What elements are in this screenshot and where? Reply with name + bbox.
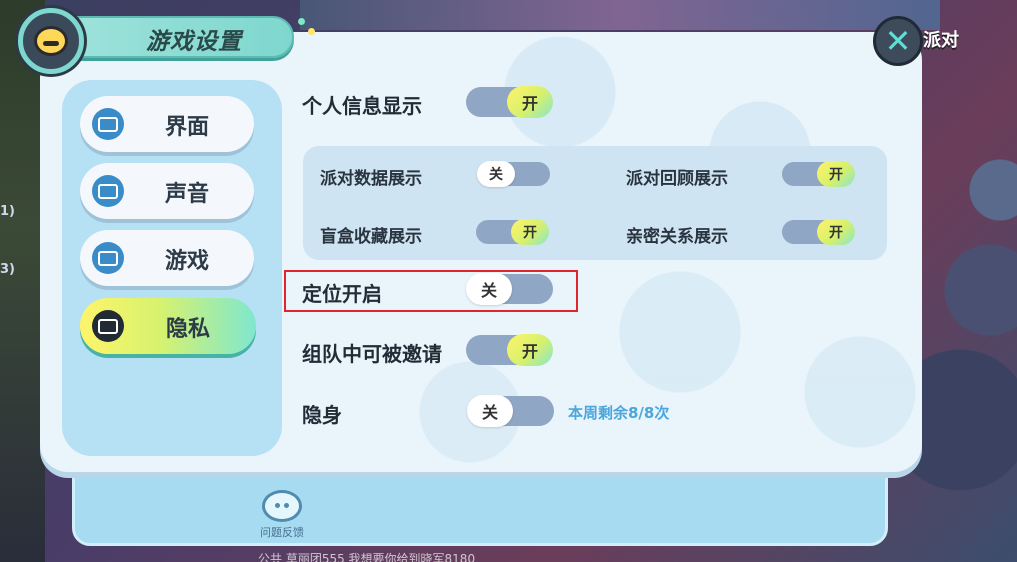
background-left-side — [0, 0, 45, 562]
personal-info-toggle[interactable]: 开 — [466, 86, 553, 118]
invisible-label: 隐身 — [302, 403, 342, 427]
sidebar-item-label: 隐私 — [165, 317, 210, 342]
toggle-knob: 开 — [507, 334, 553, 366]
blindbox-label: 盲盒收藏展示 — [320, 227, 422, 247]
background-chat-text: 公共 草丽团555 我想要你给到晓军8180 — [258, 552, 476, 562]
intimacy-label: 亲密关系展示 — [626, 227, 728, 247]
invisible-remaining-note: 本周剩余8/8次 — [568, 404, 670, 422]
party-data-toggle[interactable]: 关 — [477, 161, 550, 187]
dialog-title-tab: 游戏设置 — [52, 16, 294, 58]
team-invite-label: 组队中可被邀请 — [302, 342, 442, 366]
close-button[interactable]: ✕ — [873, 16, 923, 66]
party-review-label: 派对回顾展示 — [626, 169, 728, 189]
invisible-toggle[interactable]: 关 — [467, 395, 554, 427]
team-invite-toggle[interactable]: 开 — [466, 334, 553, 366]
toggle-knob: 关 — [477, 161, 515, 187]
background-top-strip — [300, 0, 940, 30]
party-data-label: 派对数据展示 — [320, 169, 422, 189]
sidebar-item-game[interactable]: 游戏 — [80, 230, 254, 286]
personal-info-label: 个人信息显示 — [302, 94, 422, 118]
monitor-icon — [92, 108, 124, 140]
feedback-icon — [262, 490, 302, 522]
monitor-icon — [92, 310, 124, 342]
decor-dot — [298, 18, 305, 25]
emblem-face-icon — [34, 26, 68, 56]
background-left-number: 1) — [0, 204, 15, 219]
background-left-number: 3) — [0, 262, 15, 277]
toggle-knob: 关 — [467, 395, 513, 427]
party-review-toggle[interactable]: 开 — [782, 161, 855, 187]
sidebar-item-sound[interactable]: 声音 — [80, 163, 254, 219]
close-icon: ✕ — [884, 22, 912, 60]
monitor-icon — [92, 175, 124, 207]
intimacy-toggle[interactable]: 开 — [782, 219, 855, 245]
background-party-label: 派对 — [923, 30, 959, 51]
feedback-label: 问题反馈 — [260, 526, 304, 539]
sidebar-item-privacy[interactable]: 隐私 — [80, 298, 256, 354]
sidebar-item-interface[interactable]: 界面 — [80, 96, 254, 152]
sidebar-item-label: 游戏 — [164, 249, 209, 274]
toggle-knob: 关 — [466, 273, 512, 305]
toggle-knob: 开 — [507, 86, 553, 118]
toggle-knob: 开 — [817, 219, 855, 245]
settings-emblem-icon — [18, 8, 84, 74]
dialog-title: 游戏设置 — [146, 29, 242, 55]
blindbox-toggle[interactable]: 开 — [476, 219, 549, 245]
location-label: 定位开启 — [302, 282, 382, 306]
sidebar-item-label: 声音 — [164, 182, 209, 207]
feedback-button[interactable]: 问题反馈 — [258, 490, 306, 540]
toggle-knob: 开 — [817, 161, 855, 187]
location-toggle[interactable]: 关 — [466, 273, 553, 305]
decor-dot — [308, 28, 315, 35]
sidebar-item-label: 界面 — [164, 115, 209, 140]
monitor-icon — [92, 242, 124, 274]
toggle-knob: 开 — [511, 219, 549, 245]
